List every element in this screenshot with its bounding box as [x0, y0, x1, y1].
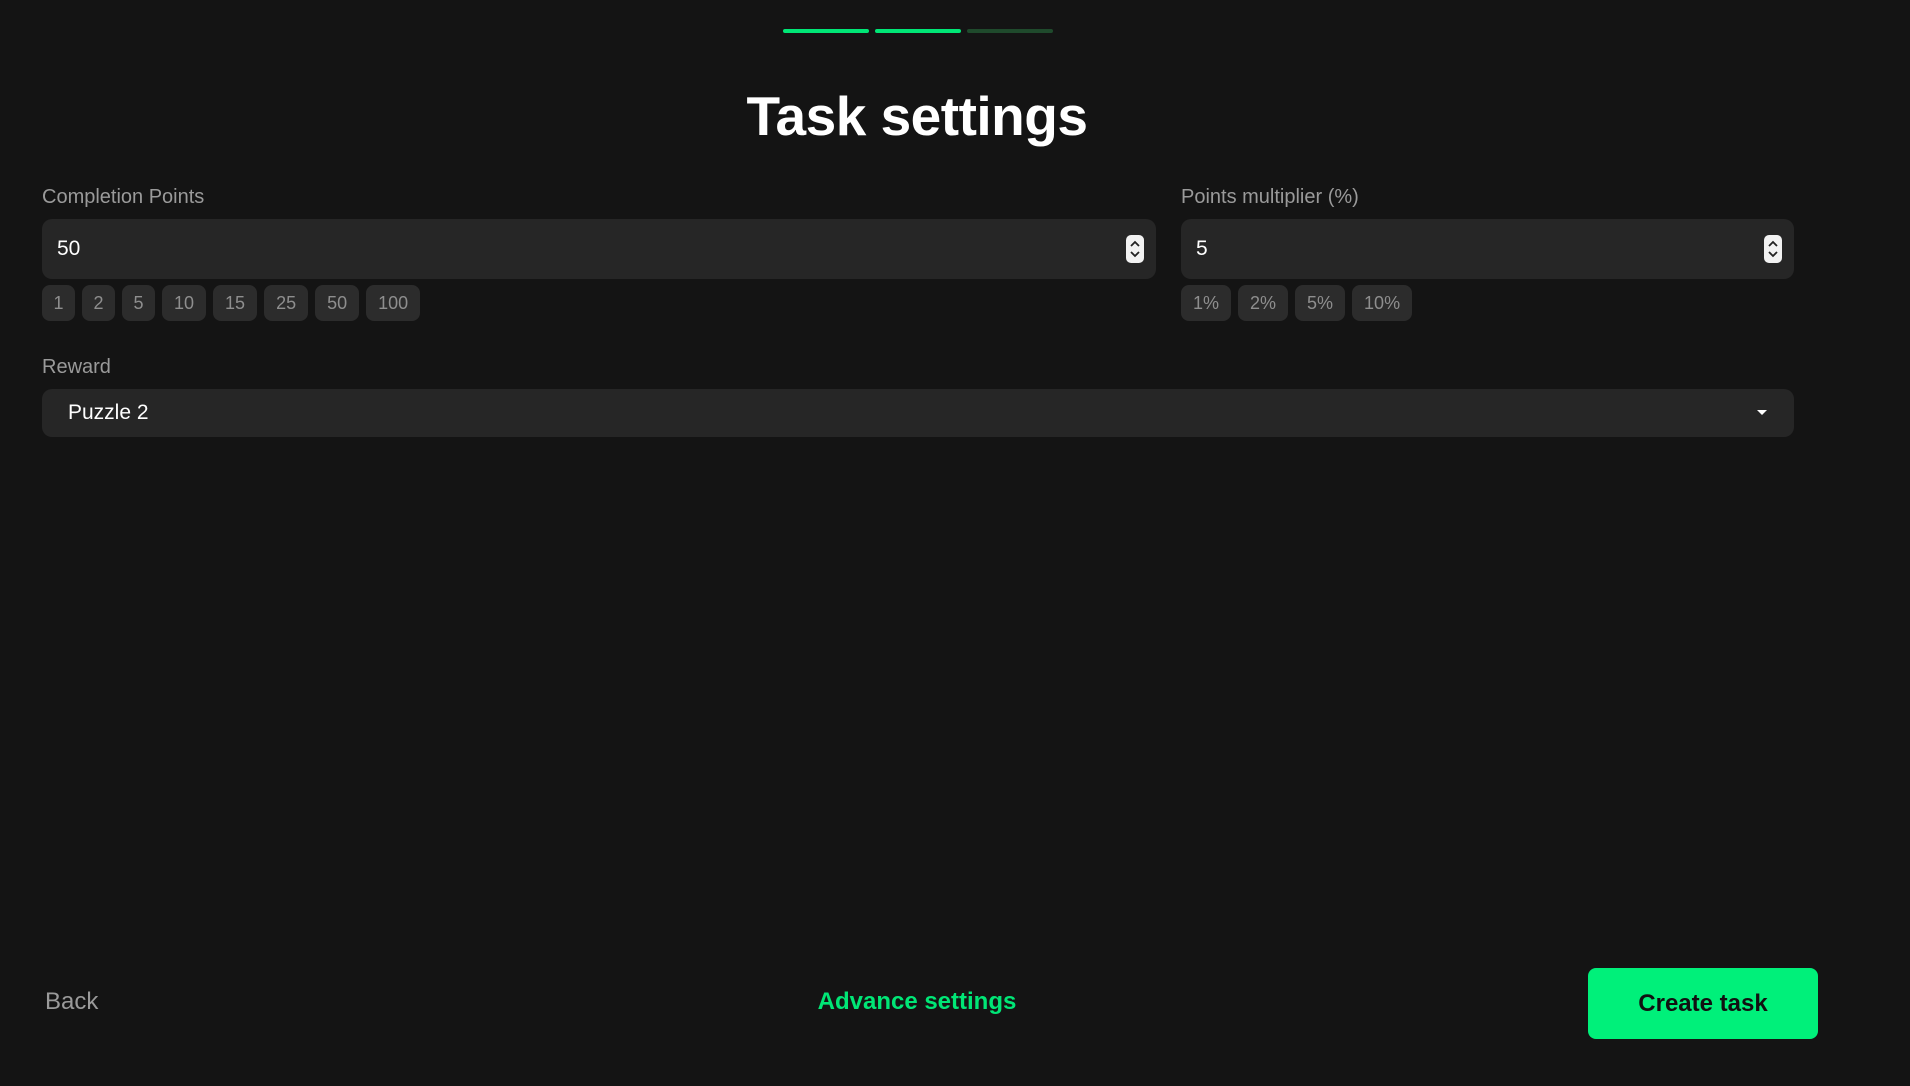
- points-multiplier-presets: 1% 2% 5% 10%: [1181, 285, 1413, 321]
- progress-step-2: [875, 29, 961, 33]
- preset-chip[interactable]: 25: [264, 285, 309, 321]
- caret-down-icon: [1757, 410, 1767, 415]
- preset-chip[interactable]: 2%: [1238, 285, 1289, 321]
- completion-points-input[interactable]: 50: [42, 219, 1156, 279]
- completion-points-value[interactable]: 50: [42, 237, 1126, 261]
- points-multiplier-stepper[interactable]: [1764, 235, 1782, 263]
- preset-chip[interactable]: 100: [366, 285, 421, 321]
- advance-settings-row: Advance settings: [0, 988, 1834, 1016]
- reward-label: Reward: [42, 356, 111, 378]
- preset-chip[interactable]: 10%: [1352, 285, 1413, 321]
- progress-step-3: [967, 29, 1053, 33]
- points-multiplier-value[interactable]: 5: [1181, 237, 1764, 261]
- preset-chip[interactable]: 1%: [1181, 285, 1232, 321]
- step-progress: [783, 29, 1053, 33]
- task-settings-page: Task settings Completion Points 50 1 2 5…: [0, 0, 1910, 1086]
- back-button[interactable]: Back: [45, 988, 98, 1016]
- completion-points-presets: 1 2 5 10 15 25 50 100: [42, 285, 421, 321]
- completion-points-label: Completion Points: [42, 186, 205, 208]
- preset-chip[interactable]: 10: [162, 285, 207, 321]
- reward-select[interactable]: Puzzle 2: [42, 389, 1794, 437]
- preset-chip[interactable]: 5: [122, 285, 155, 321]
- completion-points-stepper[interactable]: [1126, 235, 1144, 263]
- preset-chip[interactable]: 5%: [1295, 285, 1346, 321]
- points-multiplier-input[interactable]: 5: [1181, 219, 1794, 279]
- preset-chip[interactable]: 1: [42, 285, 75, 321]
- page-title: Task settings: [746, 85, 1088, 147]
- progress-step-1: [783, 29, 869, 33]
- points-multiplier-label: Points multiplier (%): [1181, 186, 1359, 208]
- create-task-button[interactable]: Create task: [1588, 968, 1818, 1039]
- stepper-arrows-icon: [1130, 240, 1140, 258]
- reward-selected-value[interactable]: Puzzle 2: [42, 401, 1756, 425]
- preset-chip[interactable]: 2: [82, 285, 115, 321]
- preset-chip[interactable]: 15: [213, 285, 258, 321]
- advance-settings-button[interactable]: Advance settings: [818, 988, 1017, 1015]
- preset-chip[interactable]: 50: [315, 285, 360, 321]
- stepper-arrows-icon: [1768, 240, 1778, 258]
